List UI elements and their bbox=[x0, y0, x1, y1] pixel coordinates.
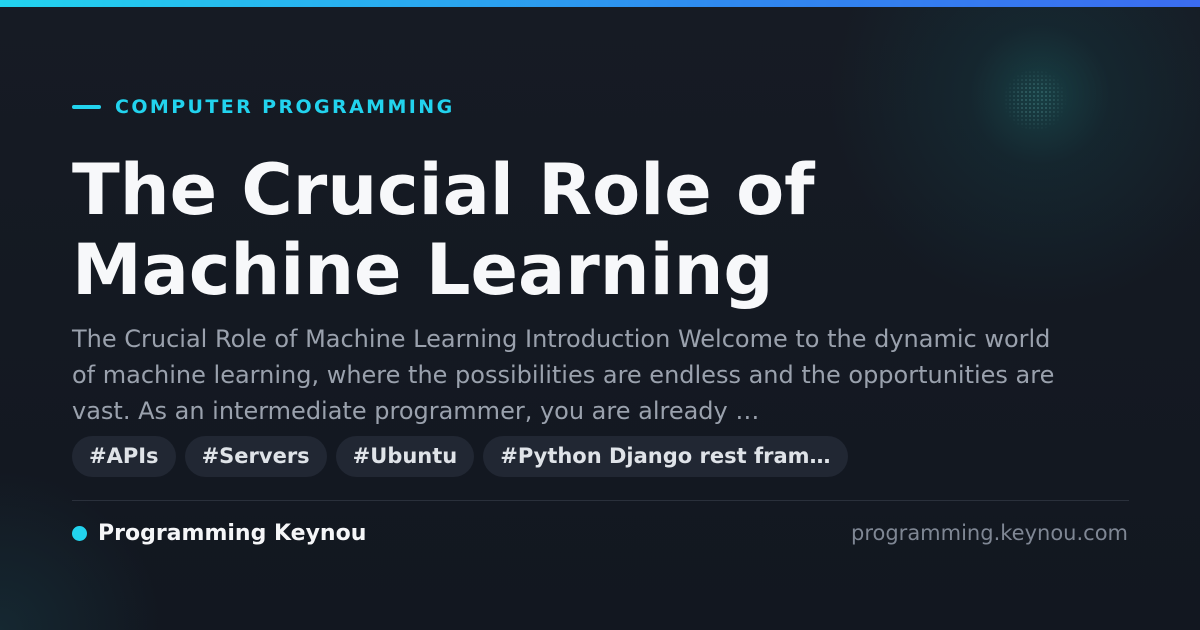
top-accent-bar bbox=[0, 0, 1200, 7]
brand: Programming Keynou bbox=[72, 518, 366, 548]
tag-ubuntu[interactable]: #Ubuntu bbox=[335, 436, 475, 477]
title-line-1: The Crucial Role of bbox=[72, 149, 815, 231]
article-title: The Crucial Role of Machine Learning bbox=[72, 150, 1132, 310]
site-domain: programming.keynou.com bbox=[851, 521, 1128, 545]
brand-name: Programming Keynou bbox=[98, 520, 367, 546]
article-excerpt: The Crucial Role of Machine Learning Int… bbox=[72, 325, 1055, 425]
category-text: COMPUTER PROGRAMMING bbox=[115, 96, 455, 118]
brand-dot-icon bbox=[72, 525, 87, 541]
title-line-2: Machine Learning bbox=[72, 229, 774, 311]
category-dash-icon bbox=[72, 105, 101, 109]
tag-list: #APIs #Servers #Ubuntu #Python Django re… bbox=[72, 436, 848, 477]
tag-python-django[interactable]: #Python Django rest fram… bbox=[483, 436, 848, 477]
divider bbox=[72, 500, 1129, 501]
category-label: COMPUTER PROGRAMMING bbox=[72, 95, 455, 119]
tag-servers[interactable]: #Servers bbox=[184, 436, 327, 477]
decorative-glow bbox=[1000, 70, 1070, 130]
tag-apis[interactable]: #APIs bbox=[72, 436, 176, 477]
share-card: COMPUTER PROGRAMMING The Crucial Role of… bbox=[0, 0, 1200, 630]
